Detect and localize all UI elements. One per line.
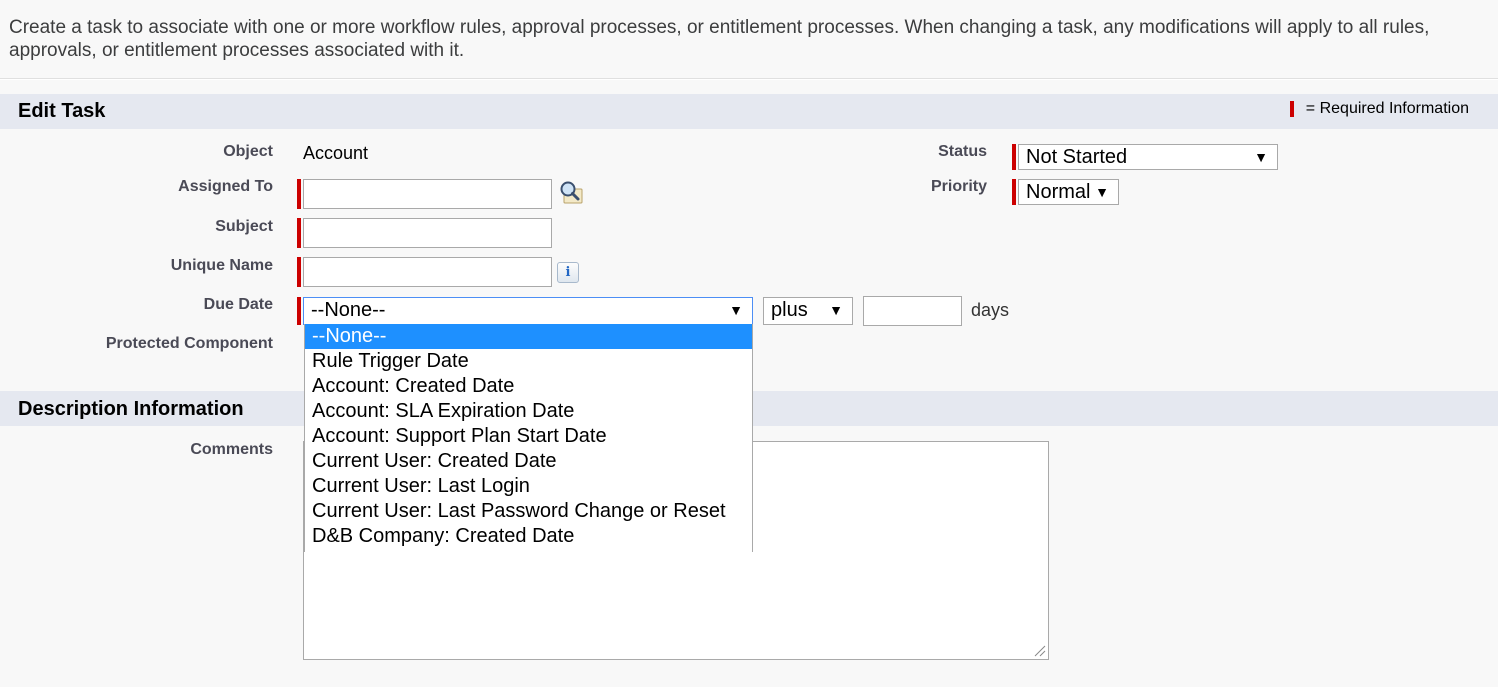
due-date-select[interactable]: --None-- ▼ (303, 297, 753, 325)
subject-label: Subject (215, 218, 273, 235)
unique-name-label: Unique Name (170, 257, 273, 274)
due-date-options-list: --None-- Rule Trigger Date Account: Crea… (304, 324, 753, 552)
status-value: Not Started (1026, 146, 1128, 168)
assigned-to-label: Assigned To (178, 178, 273, 195)
status-label: Status (938, 143, 987, 160)
due-date-operator-select[interactable]: plus ▼ (763, 297, 853, 325)
resize-grip-icon[interactable] (1034, 645, 1046, 657)
dropdown-option[interactable]: D&B Company: Created Date (305, 524, 752, 549)
dropdown-option[interactable]: Account: Support Plan Start Date (305, 424, 752, 449)
magnifier-lookup-icon[interactable] (558, 180, 584, 206)
days-label: days (971, 300, 1010, 320)
dropdown-option[interactable]: Account: Created Date (305, 374, 752, 399)
protected-component-label: Protected Component (105, 335, 273, 352)
page-description: Create a task to associate with one or m… (0, 0, 1498, 80)
dropdown-option[interactable]: --None-- (305, 324, 752, 349)
caret-down-icon: ▼ (1095, 184, 1109, 200)
section-title-description: Description Information (18, 398, 244, 420)
assigned-to-input[interactable] (303, 179, 552, 209)
caret-down-icon: ▼ (829, 302, 843, 318)
required-indicator (297, 179, 301, 209)
required-indicator (1012, 144, 1016, 170)
priority-label: Priority (930, 178, 987, 195)
dropdown-option[interactable]: Rule Trigger Date (305, 349, 752, 374)
due-date-selected-value: --None-- (311, 299, 386, 321)
operator-value: plus (771, 299, 808, 321)
days-input[interactable] (863, 296, 962, 326)
due-date-label: Due Date (203, 296, 273, 313)
section-title-edit-task: Edit Task (18, 100, 106, 122)
divider (0, 79, 1498, 80)
priority-value: Normal (1026, 181, 1091, 203)
required-indicator (297, 297, 301, 325)
object-label: Object (223, 143, 273, 160)
required-indicator (297, 257, 301, 287)
required-indicator-icon (1289, 101, 1294, 117)
required-legend: = Required Information (1289, 100, 1469, 118)
unique-name-input[interactable] (303, 257, 552, 287)
status-select[interactable]: Not Started ▼ (1018, 144, 1278, 170)
object-value: Account (303, 143, 369, 163)
dropdown-option[interactable]: Current User: Last Login (305, 474, 752, 499)
caret-down-icon: ▼ (729, 302, 743, 318)
required-legend-text: = Required Information (1305, 100, 1469, 117)
priority-select[interactable]: Normal ▼ (1018, 179, 1119, 205)
comments-label: Comments (190, 441, 273, 458)
required-indicator (297, 218, 301, 248)
info-icon[interactable]: i (557, 262, 579, 283)
subject-input[interactable] (303, 218, 552, 248)
dropdown-option[interactable]: Current User: Created Date (305, 449, 752, 474)
caret-down-icon: ▼ (1254, 149, 1268, 165)
edit-task-section-header: Edit Task = Required Information (0, 94, 1498, 129)
dropdown-option[interactable]: Account: SLA Expiration Date (305, 399, 752, 424)
dropdown-option[interactable]: Current User: Last Password Change or Re… (305, 499, 752, 524)
required-indicator (1012, 179, 1016, 205)
